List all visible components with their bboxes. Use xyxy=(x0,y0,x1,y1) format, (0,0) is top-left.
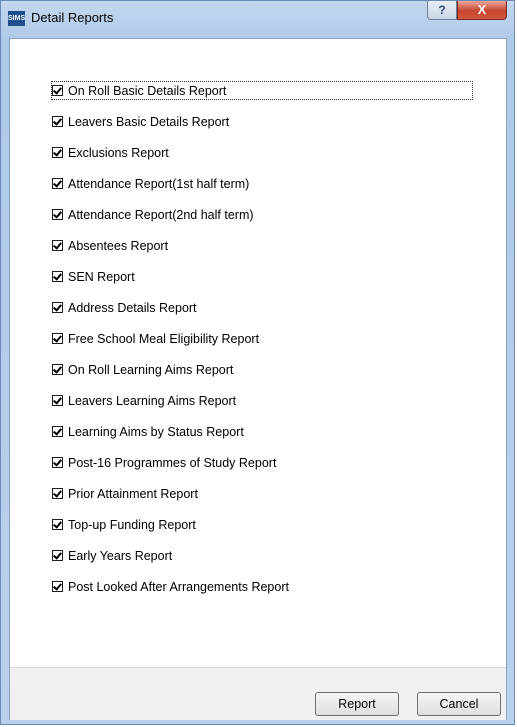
report-option-on-roll-basic-details[interactable]: On Roll Basic Details Report xyxy=(51,81,473,100)
report-option-post-looked-after[interactable]: Post Looked After Arrangements Report xyxy=(52,578,289,595)
checkbox-checked-icon[interactable] xyxy=(52,488,63,499)
sims-app-icon: SIMS xyxy=(8,11,25,26)
checkbox-checked-icon[interactable] xyxy=(52,457,63,468)
report-option-leavers-basic-details[interactable]: Leavers Basic Details Report xyxy=(52,113,229,130)
report-option-label: Prior Attainment Report xyxy=(68,486,198,501)
report-option-attendance-1st-half[interactable]: Attendance Report(1st half term) xyxy=(52,175,249,192)
report-option-address-details[interactable]: Address Details Report xyxy=(52,299,197,316)
checkbox-checked-icon[interactable] xyxy=(52,116,63,127)
report-option-label: Post Looked After Arrangements Report xyxy=(68,579,289,594)
report-option-prior-attainment[interactable]: Prior Attainment Report xyxy=(52,485,198,502)
report-option-label: Top-up Funding Report xyxy=(68,517,196,532)
checkbox-checked-icon[interactable] xyxy=(52,85,63,96)
report-option-leavers-learning-aims[interactable]: Leavers Learning Aims Report xyxy=(52,392,236,409)
report-option-label: Exclusions Report xyxy=(68,145,169,160)
report-option-label: Free School Meal Eligibility Report xyxy=(68,331,260,346)
checkbox-checked-icon[interactable] xyxy=(52,302,63,313)
report-option-label: Attendance Report(2nd half term) xyxy=(68,207,254,222)
report-option-top-up-funding[interactable]: Top-up Funding Report xyxy=(52,516,196,533)
report-option-absentees[interactable]: Absentees Report xyxy=(52,237,168,254)
report-option-label: Leavers Learning Aims Report xyxy=(68,393,237,408)
checkbox-checked-icon[interactable] xyxy=(52,209,63,220)
report-option-label: On Roll Learning Aims Report xyxy=(68,362,234,377)
checkbox-checked-icon[interactable] xyxy=(52,426,63,437)
report-option-label: Early Years Report xyxy=(68,548,173,563)
checkbox-checked-icon[interactable] xyxy=(52,271,63,282)
checkbox-checked-icon[interactable] xyxy=(52,147,63,158)
report-option-attendance-2nd-half[interactable]: Attendance Report(2nd half term) xyxy=(52,206,254,223)
checkbox-checked-icon[interactable] xyxy=(52,364,63,375)
report-option-label: On Roll Basic Details Report xyxy=(68,83,227,98)
report-checkbox-list: On Roll Basic Details Report Leavers Bas… xyxy=(10,39,506,667)
dialog-content: On Roll Basic Details Report Leavers Bas… xyxy=(9,38,507,720)
report-option-free-school-meal[interactable]: Free School Meal Eligibility Report xyxy=(52,330,259,347)
checkbox-checked-icon[interactable] xyxy=(52,178,63,189)
report-option-on-roll-learning-aims[interactable]: On Roll Learning Aims Report xyxy=(52,361,233,378)
title-bar[interactable]: SIMS Detail Reports ? X xyxy=(1,1,514,37)
report-option-label: Learning Aims by Status Report xyxy=(68,424,244,439)
checkbox-checked-icon[interactable] xyxy=(52,550,63,561)
checkbox-checked-icon[interactable] xyxy=(52,581,63,592)
checkbox-checked-icon[interactable] xyxy=(52,240,63,251)
report-option-sen[interactable]: SEN Report xyxy=(52,268,135,285)
report-option-label: Leavers Basic Details Report xyxy=(68,114,230,129)
checkbox-checked-icon[interactable] xyxy=(52,519,63,530)
report-option-label: Absentees Report xyxy=(68,238,169,253)
help-button[interactable]: ? xyxy=(427,1,457,20)
button-bar: Report Cancel xyxy=(10,667,506,720)
checkbox-checked-icon[interactable] xyxy=(52,395,63,406)
report-option-post16-programmes[interactable]: Post-16 Programmes of Study Report xyxy=(52,454,276,471)
detail-reports-window: SIMS Detail Reports ? X On Roll Basic De… xyxy=(0,0,515,725)
cancel-button[interactable]: Cancel xyxy=(417,692,501,716)
report-option-label: Attendance Report(1st half term) xyxy=(68,176,250,191)
report-option-label: Address Details Report xyxy=(68,300,197,315)
report-option-exclusions[interactable]: Exclusions Report xyxy=(52,144,169,161)
report-option-label: Post-16 Programmes of Study Report xyxy=(68,455,277,470)
window-title: Detail Reports xyxy=(31,10,114,25)
checkbox-checked-icon[interactable] xyxy=(52,333,63,344)
report-button[interactable]: Report xyxy=(315,692,399,716)
report-option-early-years[interactable]: Early Years Report xyxy=(52,547,172,564)
report-option-label: SEN Report xyxy=(68,269,135,284)
close-button[interactable]: X xyxy=(457,1,507,20)
report-option-learning-aims-by-status[interactable]: Learning Aims by Status Report xyxy=(52,423,244,440)
